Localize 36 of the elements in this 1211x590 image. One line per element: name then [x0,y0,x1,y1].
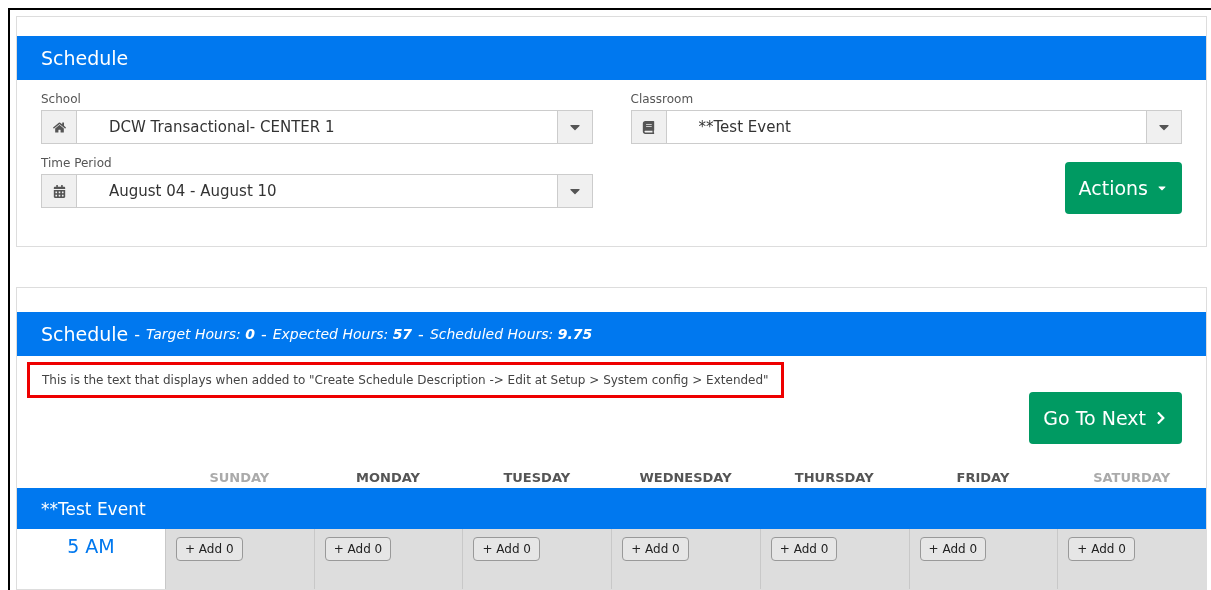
field-label: School [41,92,82,106]
day-header: WEDNESDAY [638,469,733,485]
book-icon [642,120,655,134]
hours-stat: Scheduled Hours: 9.75 [429,326,593,342]
day-header: FRIDAY [955,469,1011,485]
panel-title: Schedule [41,323,129,345]
add-button[interactable]: + Add 0 [473,537,540,561]
hours-stat: Target Hours: 0 [146,326,255,342]
home-icon [52,120,66,134]
day-header: SATURDAY [1092,469,1172,485]
hours-stat: Expected Hours: 57 [272,326,413,342]
go-to-next-button[interactable]: Go To Next [1029,392,1182,444]
calendar-icon [52,184,66,198]
add-button[interactable]: + Add 0 [176,537,243,561]
select-field[interactable]: **Test Event [630,110,1182,144]
actions-button[interactable]: Actions [1064,162,1182,214]
panel-title: Schedule [41,47,129,69]
time-label: 5 AM [67,535,115,557]
separator: - [134,324,141,344]
add-button[interactable]: + Add 0 [622,537,689,561]
add-button[interactable]: + Add 0 [324,537,392,561]
add-button[interactable]: + Add 0 [770,537,838,561]
add-button[interactable]: + Add 0 [919,537,987,561]
field-label: Time Period [41,156,113,170]
schedule-description: This is the text that displays when added to "Create Schedule Description -> Edit at Setup > System config > Extended" [27,362,784,398]
separator: - [418,324,424,344]
day-header: MONDAY [355,469,421,485]
select-field[interactable]: August 04 - August 10 [41,174,593,208]
separator: - [260,324,267,344]
add-button[interactable]: + Add 0 [1068,537,1135,561]
select-field[interactable]: DCW Transactional- CENTER 1 [41,110,593,144]
day-header: SUNDAY [208,469,271,485]
field-label: Classroom [630,92,695,106]
group-header: **Test Event [17,488,1206,529]
day-header: TUESDAY [502,469,572,485]
day-header: THURSDAY [793,469,875,485]
